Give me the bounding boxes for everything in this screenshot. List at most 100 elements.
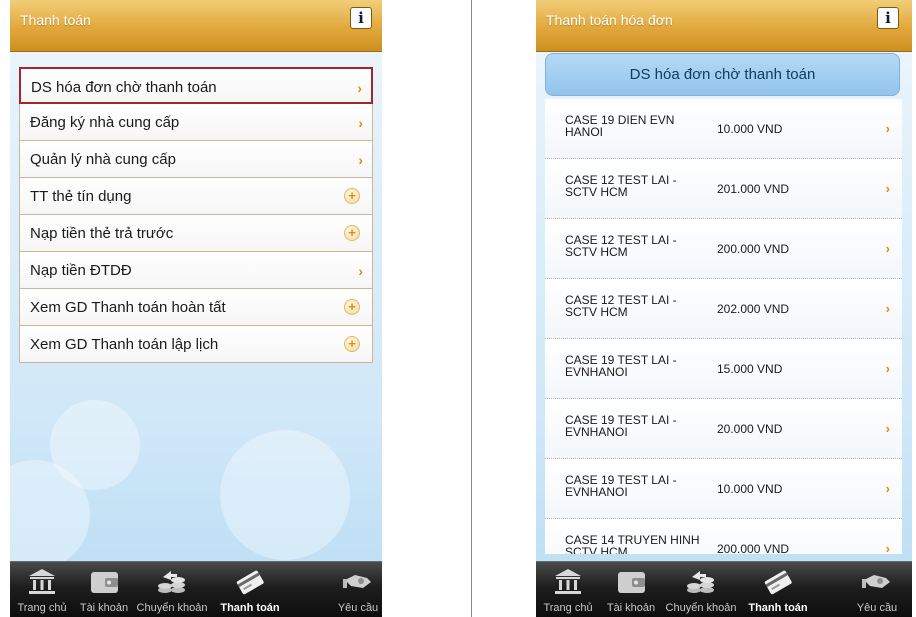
wallet-icon — [91, 572, 118, 593]
app-header: Thanh toán i — [10, 0, 382, 52]
payment-card-icon — [764, 570, 792, 595]
payment-menu-screen: Thanh toán i DS hóa đơn chờ thanh toán ›… — [10, 0, 382, 617]
tab-label: Trang chủ — [17, 602, 67, 614]
bill-row[interactable]: CASE 19 TEST LAI - EVNHANOI 10.000 VND › — [545, 459, 902, 519]
chevron-right-icon: › — [885, 541, 890, 554]
menu-item-scheduled-transactions[interactable]: Xem GD Thanh toán lập lịch + — [19, 326, 373, 363]
menu-item-label: Xem GD Thanh toán lập lịch — [30, 336, 219, 353]
tab-label: Thanh toán — [220, 602, 280, 614]
chevron-right-icon: › — [358, 263, 363, 279]
expand-plus-icon: + — [344, 336, 360, 352]
bill-row[interactable]: CASE 19 DIEN EVN HANOI 10.000 VND › — [545, 99, 902, 159]
wallet-icon — [618, 572, 645, 593]
bill-amount: 202.000 VND — [717, 302, 790, 316]
menu-item-label: DS hóa đơn chờ thanh toán — [31, 79, 217, 96]
chevron-right-icon: › — [885, 121, 890, 136]
tab-transfer[interactable]: Chuyển khoản — [664, 562, 738, 617]
bill-amount: 15.000 VND — [717, 362, 783, 376]
pending-bill-list: CASE 19 DIEN EVN HANOI 10.000 VND › CASE… — [545, 99, 902, 554]
bank-icon — [555, 569, 581, 594]
menu-item-pending-bills[interactable]: DS hóa đơn chờ thanh toán › — [19, 67, 373, 104]
menu-item-label: Quản lý nhà cung cấp — [30, 151, 176, 168]
menu-item-credit-card[interactable]: TT thẻ tín dụng + — [19, 178, 373, 215]
bill-payment-screen: Thanh toán hóa đơn i DS hóa đơn chờ than… — [536, 0, 912, 617]
panel-divider — [471, 0, 472, 617]
request-hand-icon — [862, 575, 890, 588]
menu-item-label: Nạp tiền ĐTDĐ — [30, 262, 132, 279]
bank-icon — [29, 569, 55, 594]
chevron-right-icon: › — [358, 115, 363, 131]
tab-account[interactable]: Tài khoản — [598, 562, 664, 617]
chevron-right-icon: › — [885, 361, 890, 376]
menu-item-label: Nạp tiền thẻ trả trước — [30, 225, 174, 242]
bottom-tab-bar: Trang chủ Tài khoản Chuyển khoản Thanh t… — [10, 561, 382, 617]
payment-card-icon — [236, 570, 264, 595]
bill-name: CASE 19 TEST LAI - EVNHANOI — [565, 353, 677, 379]
chevron-right-icon: › — [885, 241, 890, 256]
tab-payment[interactable]: Thanh toán — [208, 562, 292, 617]
bill-amount: 20.000 VND — [717, 422, 783, 436]
menu-item-completed-transactions[interactable]: Xem GD Thanh toán hoàn tất + — [19, 289, 373, 326]
bill-name: CASE 19 DIEN EVN HANOI — [565, 113, 675, 139]
tab-request[interactable]: Yêu cầu — [842, 562, 912, 617]
bill-row[interactable]: CASE 19 TEST LAI - EVNHANOI 15.000 VND › — [545, 339, 902, 399]
transfer-coins-icon — [687, 571, 714, 593]
bill-row[interactable]: CASE 14 TRUYEN HINH SCTV HCM 200.000 VND… — [545, 519, 902, 554]
tab-label: Tài khoản — [79, 602, 129, 614]
bill-name: CASE 12 TEST LAI - SCTV HCM — [565, 233, 677, 259]
bill-amount: 201.000 VND — [717, 182, 790, 196]
bill-row[interactable]: CASE 12 TEST LAI - SCTV HCM 201.000 VND … — [545, 159, 902, 219]
transfer-coins-icon — [158, 571, 185, 593]
menu-item-label: Xem GD Thanh toán hoàn tất — [30, 299, 226, 316]
info-button[interactable]: i — [877, 7, 899, 29]
chevron-right-icon: › — [885, 421, 890, 436]
list-title: DS hóa đơn chờ thanh toán — [545, 53, 900, 96]
tab-label: Trang chủ — [543, 602, 593, 614]
bill-name: CASE 12 TEST LAI - SCTV HCM — [565, 173, 677, 199]
tab-payment[interactable]: Thanh toán — [736, 562, 820, 617]
bill-name: CASE 12 TEST LAI - SCTV HCM — [565, 293, 677, 319]
chevron-right-icon: › — [358, 152, 363, 168]
page-title: Thanh toán — [20, 12, 91, 28]
bill-row[interactable]: CASE 19 TEST LAI - EVNHANOI 20.000 VND › — [545, 399, 902, 459]
tab-label: Yêu cầu — [856, 602, 898, 614]
request-hand-icon — [343, 575, 371, 588]
bill-amount: 200.000 VND — [717, 542, 790, 554]
menu-item-label: TT thẻ tín dụng — [30, 188, 132, 205]
menu-item-register-provider[interactable]: Đăng ký nhà cung cấp › — [19, 104, 373, 141]
chevron-right-icon: › — [885, 301, 890, 316]
bill-amount: 10.000 VND — [717, 122, 783, 136]
tab-label: Tài khoản — [606, 602, 656, 614]
tab-transfer[interactable]: Chuyển khoản — [134, 562, 210, 617]
expand-plus-icon: + — [344, 225, 360, 241]
menu-item-mobile-topup[interactable]: Nạp tiền ĐTDĐ › — [19, 252, 373, 289]
menu-item-manage-provider[interactable]: Quản lý nhà cung cấp › — [19, 141, 373, 178]
bill-row[interactable]: CASE 12 TEST LAI - SCTV HCM 202.000 VND … — [545, 279, 902, 339]
bill-amount: 200.000 VND — [717, 242, 790, 256]
menu-item-prepaid-topup[interactable]: Nạp tiền thẻ trả trước + — [19, 215, 373, 252]
tab-account[interactable]: Tài khoản — [72, 562, 136, 617]
tab-label: Chuyển khoản — [136, 602, 208, 614]
bill-amount: 10.000 VND — [717, 482, 783, 496]
chevron-right-icon: › — [885, 181, 890, 196]
expand-plus-icon: + — [344, 188, 360, 204]
tab-label: Yêu cầu — [337, 602, 379, 614]
tab-label: Thanh toán — [748, 602, 808, 614]
bill-row[interactable]: CASE 12 TEST LAI - SCTV HCM 200.000 VND … — [545, 219, 902, 279]
page-title: Thanh toán hóa đơn — [546, 12, 673, 28]
tab-request[interactable]: Yêu cầu — [328, 562, 382, 617]
chevron-right-icon: › — [357, 80, 362, 96]
tab-label: Chuyển khoản — [665, 602, 737, 614]
menu-item-label: Đăng ký nhà cung cấp — [30, 114, 180, 131]
bill-name: CASE 19 TEST LAI - EVNHANOI — [565, 413, 677, 439]
app-header: Thanh toán hóa đơn i — [536, 0, 912, 52]
chevron-right-icon: › — [885, 481, 890, 496]
payment-menu: DS hóa đơn chờ thanh toán › Đăng ký nhà … — [19, 67, 373, 363]
tab-home[interactable]: Trang chủ — [10, 562, 74, 617]
bill-name: CASE 19 TEST LAI - EVNHANOI — [565, 473, 677, 499]
tab-home[interactable]: Trang chủ — [536, 562, 600, 617]
info-button[interactable]: i — [350, 7, 372, 29]
expand-plus-icon: + — [344, 299, 360, 315]
bill-name: CASE 14 TRUYEN HINH SCTV HCM — [565, 533, 700, 554]
bottom-tab-bar: Trang chủ Tài khoản Chuyển khoản Thanh t… — [536, 561, 912, 617]
